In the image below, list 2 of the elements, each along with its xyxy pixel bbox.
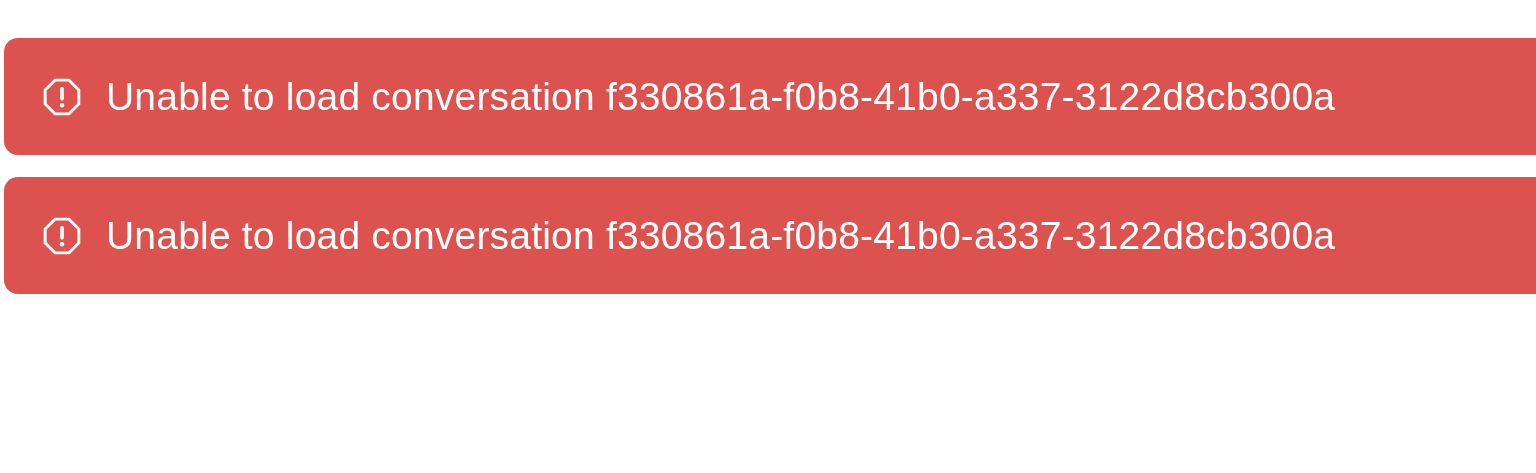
error-message: Unable to load conversation f330861a-f0b8-41b0-a337-3122d8cb300a: [106, 74, 1336, 119]
error-message: Unable to load conversation f330861a-f0b8-41b0-a337-3122d8cb300a: [106, 213, 1336, 258]
